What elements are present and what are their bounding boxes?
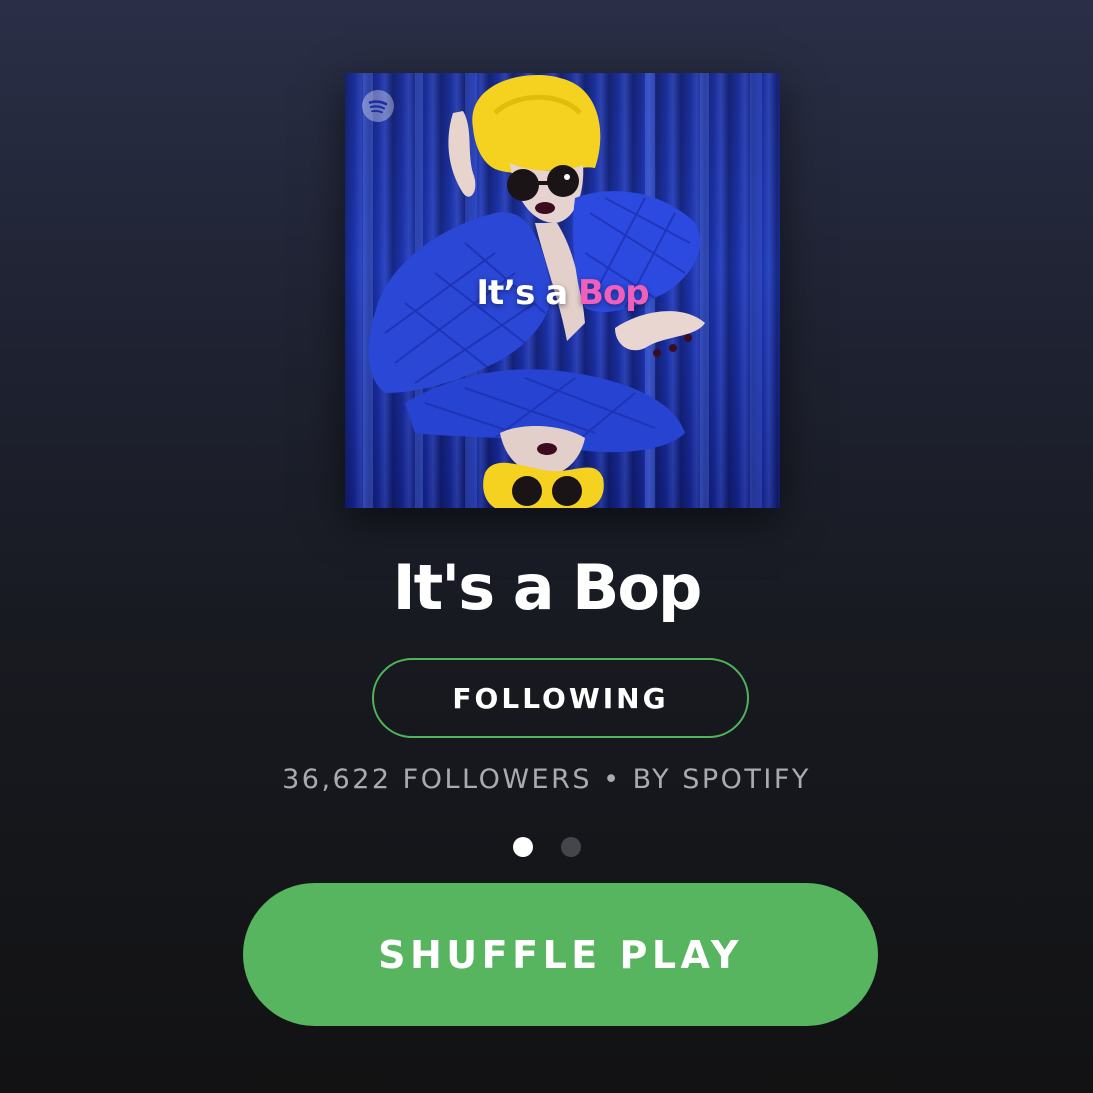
- meta-separator: •: [603, 764, 622, 795]
- followers-count: 36,622 FOLLOWERS: [282, 764, 592, 795]
- playlist-cover-art: It’s a Bop: [345, 73, 780, 508]
- cover-title-text: It’s a Bop: [345, 273, 780, 313]
- page-dot-1[interactable]: [512, 837, 533, 857]
- page-dot-2[interactable]: [560, 837, 581, 857]
- following-button[interactable]: FOLLOWING: [372, 658, 749, 738]
- shuffle-play-button[interactable]: SHUFFLE PLAY: [243, 883, 878, 1026]
- playlist-title: It's a Bop: [392, 551, 703, 624]
- page-indicator: [0, 837, 1093, 857]
- playlist-meta: 36,622 FOLLOWERS • BY SPOTIFY: [0, 762, 1093, 798]
- playlist-owner[interactable]: BY SPOTIFY: [633, 764, 811, 795]
- cover-title-accent: Bop: [578, 273, 650, 313]
- spotify-logo-icon: [362, 90, 394, 122]
- cover-title-main: It’s a: [476, 273, 579, 313]
